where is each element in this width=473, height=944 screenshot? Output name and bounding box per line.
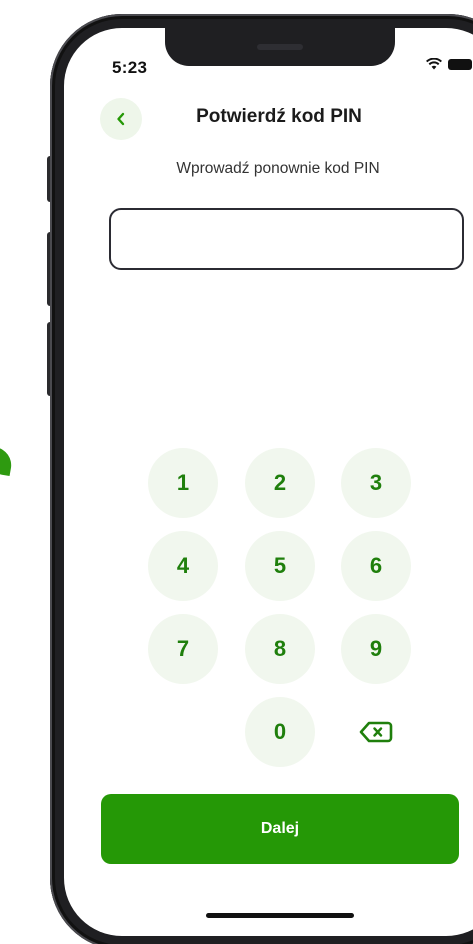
page-title-text: Potwierdź kod PIN — [196, 106, 362, 127]
keypad-key-8[interactable]: 8 — [245, 614, 315, 684]
page-title: Potwierdź kod PIN — [64, 106, 473, 128]
backspace-icon — [359, 721, 393, 743]
keypad-key-2[interactable]: 2 — [245, 448, 315, 518]
phone-screen: 5:23 Potwierdź kod PIN Wprowadź ponownie… — [64, 28, 473, 936]
continue-button-label: Dalej — [260, 820, 300, 837]
pin-prompt: Wprowadź ponownie kod PIN — [176, 160, 380, 177]
status-time: 5:23 — [112, 58, 148, 77]
keypad-key-4[interactable]: 4 — [148, 531, 218, 601]
keypad-key-5[interactable]: 5 — [245, 531, 315, 601]
battery-icon — [448, 58, 472, 70]
app-stage: 5:23 Potwierdź kod PIN Wprowadź ponownie… — [0, 0, 473, 944]
decorative-leaf — [0, 445, 15, 477]
home-indicator — [206, 913, 354, 918]
keypad-key-3[interactable]: 3 — [341, 448, 411, 518]
keypad-key-9[interactable]: 9 — [341, 614, 411, 684]
keypad-key-0[interactable]: 0 — [245, 697, 315, 767]
keypad-delete-button[interactable] — [341, 697, 411, 767]
continue-button[interactable]: Dalej — [101, 794, 459, 864]
wifi-icon — [426, 58, 442, 70]
keypad-key-7[interactable]: 7 — [148, 614, 218, 684]
keypad-key-6[interactable]: 6 — [341, 531, 411, 601]
notch — [165, 28, 395, 66]
keypad-key-1[interactable]: 1 — [148, 448, 218, 518]
pin-input-field[interactable] — [109, 208, 464, 270]
status-icons — [426, 58, 472, 70]
